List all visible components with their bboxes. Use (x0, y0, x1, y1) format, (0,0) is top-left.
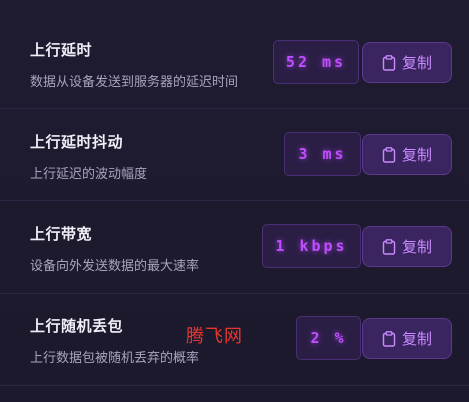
copy-button-label: 复制 (401, 54, 432, 72)
metric-description: 上行数据包被随机丢弃的概率 (30, 351, 200, 366)
row-divider (0, 385, 469, 386)
metric-value-display: 3 ms (284, 132, 361, 176)
metric-value-display: 52 ms (273, 40, 359, 84)
metric-row-uplink-bandwidth: 上行带宽 设备向外发送数据的最大速率 1 kbps 复制 (0, 201, 469, 293)
metric-title: 上行延时 (30, 41, 93, 59)
copy-button[interactable]: 复制 (362, 42, 452, 83)
copy-button[interactable]: 复制 (362, 226, 452, 267)
metric-row-uplink-latency: 上行延时 数据从设备发送到服务器的延迟时间 52 ms 复制 (0, 17, 469, 109)
metric-description: 数据从设备发送到服务器的延迟时间 (30, 75, 239, 90)
uplink-settings-panel: 上行延时 数据从设备发送到服务器的延迟时间 52 ms 复制 上行延时抖动 上行… (0, 0, 469, 402)
metric-description: 设备向外发送数据的最大速率 (30, 259, 200, 274)
copy-button-label: 复制 (401, 146, 432, 164)
metric-row-uplink-jitter: 上行延时抖动 上行延迟的波动幅度 3 ms 复制 (0, 109, 469, 201)
metric-value-display: 1 kbps (262, 224, 361, 268)
clipboard-icon (382, 330, 396, 347)
copy-button-label: 复制 (401, 330, 432, 348)
metric-title: 上行延时抖动 (30, 133, 124, 151)
clipboard-icon (382, 54, 396, 71)
clipboard-icon (382, 146, 396, 163)
metric-value-display: 2 % (296, 316, 361, 360)
clipboard-icon (382, 238, 396, 255)
copy-button-label: 复制 (401, 238, 432, 256)
copy-button[interactable]: 复制 (362, 318, 452, 359)
copy-button[interactable]: 复制 (362, 134, 452, 175)
metric-description: 上行延迟的波动幅度 (30, 167, 148, 182)
watermark-text: 腾飞网 (186, 326, 243, 347)
metric-title: 上行随机丢包 (30, 317, 124, 335)
metric-title: 上行带宽 (30, 225, 93, 243)
